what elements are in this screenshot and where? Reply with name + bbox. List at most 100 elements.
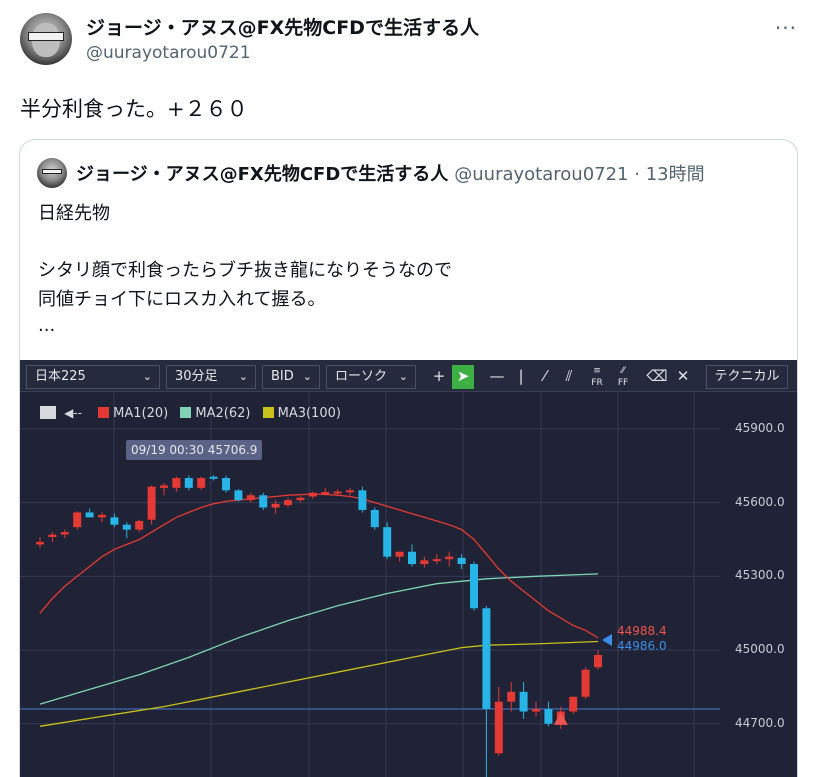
chevron-down-icon: ⌄: [238, 370, 248, 383]
quoted-author-handle[interactable]: @uurayotarou0721: [454, 164, 628, 185]
symbol-select[interactable]: 日本225 ⌄: [26, 365, 160, 389]
candle-body: [482, 608, 491, 710]
eraser-icon[interactable]: ⌫: [646, 365, 668, 389]
candle-body: [445, 556, 454, 560]
quoted-text-line: シタリ顔で利食ったらブチ抜き龍になりそうなので: [38, 260, 452, 281]
candle-body: [85, 512, 94, 518]
candle-body: [60, 532, 69, 535]
quoted-post-card[interactable]: ジョージ・アヌス@FX先物CFDで生活する人 @uurayotarou0721 ·…: [19, 139, 798, 777]
candle-body: [581, 669, 590, 697]
chevron-down-icon: ⌄: [302, 370, 312, 383]
ma2-swatch: [180, 407, 192, 418]
comment-icon[interactable]: [40, 406, 56, 419]
candle-body: [122, 524, 131, 530]
candle-body: [532, 709, 540, 712]
candle-body: [98, 514, 106, 518]
quoted-author-avatar[interactable]: [37, 158, 67, 188]
legend-collapse-toggle[interactable]: ◀--: [64, 406, 82, 420]
quoted-header: ジョージ・アヌス@FX先物CFDで生活する人 @uurayotarou0721 ·…: [76, 160, 705, 186]
chart-legend: ◀-- MA1(20) MA2(62) MA3(100): [40, 406, 349, 426]
quoted-timestamp[interactable]: 13時間: [646, 164, 705, 185]
fibonacci-fan-icon[interactable]: ⁄⁄ FF: [612, 365, 634, 389]
candle-body: [470, 564, 478, 609]
candle-body: [259, 495, 268, 508]
candle-body: [234, 490, 243, 501]
ma1-swatch: [98, 407, 110, 418]
chart-type-value: ローソク: [335, 369, 388, 384]
fibonacci-retracement-icon[interactable]: ≡ FR: [586, 365, 608, 389]
y-tick-label: 45000.0: [735, 642, 785, 657]
ma3-line: [39, 640, 599, 727]
quoted-text-line: 日経先物: [38, 203, 110, 224]
symbol-value: 日本225: [35, 369, 86, 384]
channel-icon[interactable]: ⫽: [558, 365, 580, 389]
y-tick-label: 45300.0: [735, 568, 785, 583]
chart-toolbar: 日本225 ⌄ 30分足 ⌄ BID ⌄ ローソク ⌄ + ➤ — | ⁄ ⫽ …: [20, 360, 797, 392]
candle-body: [308, 492, 317, 497]
candle-body: [457, 557, 466, 565]
more-options-button[interactable]: ···: [775, 16, 797, 40]
trend-line-icon[interactable]: ⁄: [534, 365, 556, 389]
legend-ma2[interactable]: MA2(62): [180, 406, 250, 421]
author-avatar[interactable]: [20, 13, 72, 65]
y-tick-label: 45600.0: [735, 494, 785, 509]
candle-body: [321, 492, 330, 495]
candle-body: [544, 709, 553, 724]
candle-body: [73, 512, 82, 528]
quoted-text-line: 同値チョイ下にロスカ入れて握る。: [38, 289, 326, 310]
author-name[interactable]: ジョージ・アヌス@FX先物CFDで生活する人: [86, 13, 479, 40]
last-price-arrow: [602, 634, 612, 646]
candle-body: [432, 559, 441, 562]
chevron-down-icon: ⌄: [142, 370, 152, 383]
timeframe-value: 30分足: [175, 369, 218, 384]
candle-body: [395, 551, 404, 557]
candle-body: [358, 490, 367, 510]
technical-button[interactable]: テクニカル: [706, 365, 788, 389]
candle-body: [519, 691, 528, 712]
avatar-eye-band: [28, 32, 64, 41]
legend-ma3[interactable]: MA3(100): [262, 406, 341, 421]
horizontal-line-icon[interactable]: —: [486, 365, 508, 389]
vertical-line-icon[interactable]: |: [510, 365, 532, 389]
candle-body: [48, 534, 57, 538]
fibonacci-fan-label: FF: [617, 378, 629, 388]
timeframe-select[interactable]: 30分足 ⌄: [166, 365, 256, 389]
candle-body: [246, 495, 255, 501]
candle-body: [284, 500, 292, 506]
candle-body: [569, 696, 578, 712]
quoted-separator: ·: [634, 164, 640, 185]
price-side-select[interactable]: BID ⌄: [262, 365, 320, 389]
candle-body: [110, 517, 119, 525]
ma1-label: MA1(20): [113, 406, 169, 421]
candle-body: [209, 476, 218, 479]
candle-body: [36, 541, 44, 545]
post-text: 半分利食った。+２６０: [20, 97, 248, 121]
candle-body: [222, 478, 230, 491]
author-handle[interactable]: @uurayotarou0721: [86, 43, 251, 63]
candle-body: [160, 485, 168, 488]
cursor-icon[interactable]: ➤: [452, 365, 474, 389]
post-header: ジョージ・アヌス@FX先物CFDで生活する人 @uurayotarou0721 …: [20, 10, 797, 70]
chart-type-select[interactable]: ローソク ⌄: [326, 365, 416, 389]
legend-ma1[interactable]: MA1(20): [98, 406, 168, 421]
candle-body: [507, 691, 516, 702]
entry-marker: [553, 711, 568, 725]
candle-body: [135, 521, 144, 530]
chart-image: 日本225 ⌄ 30分足 ⌄ BID ⌄ ローソク ⌄ + ➤ — | ⁄ ⫽ …: [20, 360, 797, 777]
candle-body: [383, 527, 392, 557]
ma2-label: MA2(62): [195, 406, 251, 421]
chevron-down-icon: ⌄: [398, 370, 408, 383]
y-tick-label: 45900.0: [735, 420, 785, 435]
candle-body: [296, 497, 305, 501]
quoted-text-line: ...: [38, 315, 56, 336]
ma3-label: MA3(100): [277, 406, 341, 421]
crosshair-icon[interactable]: +: [428, 365, 450, 389]
candle-body: [420, 560, 429, 565]
candle-body: [408, 551, 416, 565]
quoted-author-name[interactable]: ジョージ・アヌス@FX先物CFDで生活する人: [76, 164, 448, 185]
fibonacci-retracement-label: FR: [591, 378, 603, 388]
bid-price-label: 44986.0: [617, 639, 667, 653]
clear-all-icon[interactable]: ✕: [672, 365, 694, 389]
candle-body: [333, 491, 342, 494]
candle-body: [494, 701, 503, 754]
